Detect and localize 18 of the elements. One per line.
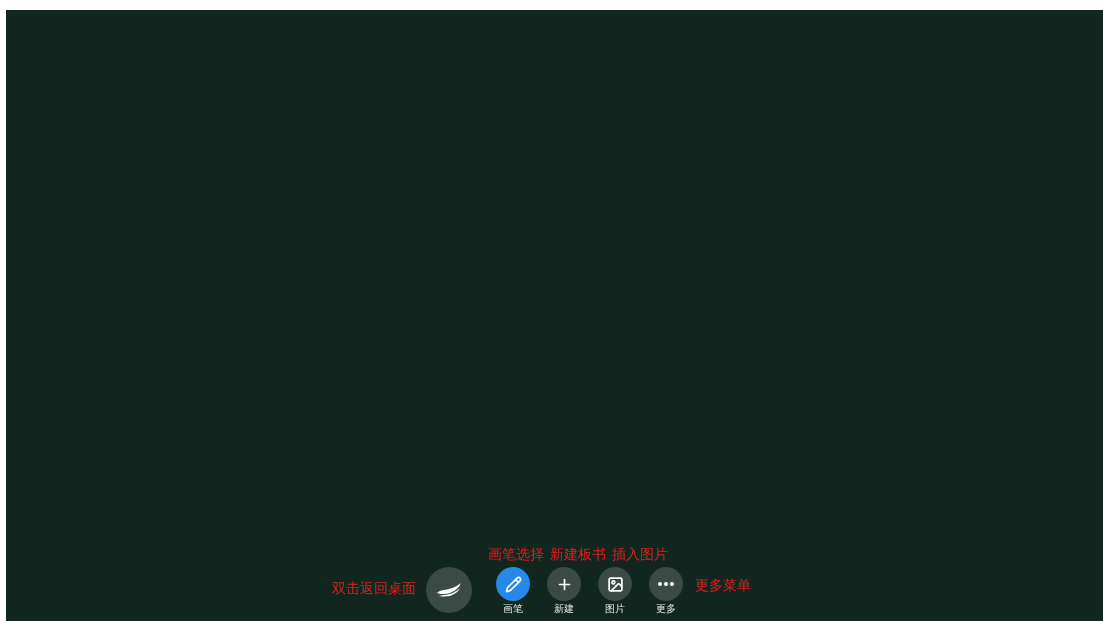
annotation-text: 画笔选择	[488, 546, 544, 562]
annotation-text: 插入图片	[612, 546, 668, 562]
feather-logo-icon	[436, 582, 462, 598]
tool-button[interactable]	[649, 567, 683, 601]
annotation-text: 双击返回桌面	[332, 580, 416, 596]
tool-label: 画笔	[503, 603, 523, 615]
image-icon	[606, 575, 624, 593]
tool-button[interactable]	[496, 567, 530, 601]
tool-label: 图片	[605, 603, 625, 615]
tool-label: 更多	[656, 603, 676, 615]
annotation-text: 更多菜单	[695, 577, 751, 593]
tool-label: 新建	[554, 603, 574, 615]
pencil-icon	[504, 575, 522, 593]
annotation-text: 新建板书	[550, 546, 606, 562]
more-icon	[658, 582, 674, 586]
tool-button[interactable]	[598, 567, 632, 601]
home-button[interactable]	[426, 567, 472, 613]
tool-button[interactable]	[547, 567, 581, 601]
